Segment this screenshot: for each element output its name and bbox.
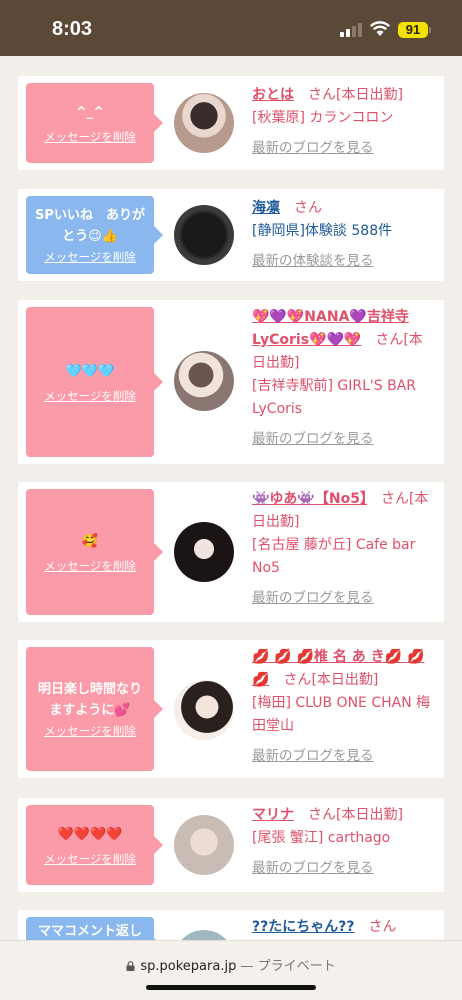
list-item: SPいいね ありがとう😉👍 メッセージを削除 海凛 さん [静岡県]体験談 58… — [18, 189, 444, 281]
message-bubble: ^_^ メッセージを削除 — [26, 83, 163, 163]
attendance-badge: [本日出勤] — [311, 672, 379, 688]
honorific: さん — [368, 919, 397, 935]
message-text: ママコメント返し — [37, 924, 142, 939]
message-text: 🩵🩵🩵 — [65, 363, 115, 379]
cast-name-link[interactable]: 海凛 — [252, 200, 280, 216]
list-item: ❤️❤️❤️❤️ メッセージを削除 マリナ さん[本日出勤] [尾張 蟹江] c… — [18, 798, 444, 892]
delete-message-link[interactable]: メッセージを削除 — [44, 723, 136, 739]
battery-level: 91 — [398, 22, 428, 38]
message-bubble: ママコメント返し — [26, 917, 163, 940]
latest-review-link[interactable]: 最新の体験談を見る — [252, 249, 374, 269]
list-item: ^_^ メッセージを削除 おとは さん[本日出勤] [秋葉原] カランコロン 最… — [18, 76, 444, 170]
list-item: ママコメント返し ??たにちゃん?? さん — [18, 910, 444, 940]
avatar[interactable] — [174, 815, 234, 875]
list-item: 🩵🩵🩵 メッセージを削除 💖💜💖NANA💜吉祥寺LyCoris💖💜💖 さん[本日… — [18, 300, 444, 464]
latest-blog-link[interactable]: 最新のブログを見る — [252, 744, 374, 764]
url-host: sp.pokepara.jp — [140, 959, 237, 974]
message-text: ^_^ — [75, 104, 105, 120]
message-bubble: ❤️❤️❤️❤️ メッセージを削除 — [26, 805, 163, 885]
lock-icon — [126, 961, 135, 971]
url-separator: — — [236, 959, 258, 974]
wifi-icon — [369, 21, 391, 36]
home-indicator[interactable] — [146, 985, 316, 990]
latest-blog-link[interactable]: 最新のブログを見る — [252, 586, 374, 606]
delete-message-link[interactable]: メッセージを削除 — [44, 129, 136, 145]
shop-area: [吉祥寺駅前] GIRL'S BAR LyCoris — [252, 378, 416, 417]
cast-name-link[interactable]: 👾ゆあ👾【No5】 — [252, 491, 367, 507]
browser-address-bar[interactable]: sp.pokepara.jp — プライベート — [0, 940, 462, 1000]
avatar[interactable] — [174, 93, 234, 153]
delete-message-link[interactable]: メッセージを削除 — [44, 388, 136, 404]
message-text: SPいいね ありがとう😉👍 — [35, 208, 145, 244]
honorific: さん — [308, 87, 336, 103]
list-item: 🥰 メッセージを削除 👾ゆあ👾【No5】 さん[本日出勤] [名古屋 藤が丘] … — [18, 482, 444, 622]
latest-blog-link[interactable]: 最新のブログを見る — [252, 856, 374, 876]
avatar[interactable] — [174, 351, 234, 411]
status-time: 8:03 — [52, 18, 93, 40]
message-bubble: 明日楽し時間なりますように💕 メッセージを削除 — [26, 647, 163, 771]
shop-area: [梅田] CLUB ONE CHAN 梅田堂山 — [252, 695, 431, 734]
status-bar: 8:03 91 — [0, 0, 462, 56]
shop-area: [名古屋 藤が丘] Cafe bar No5 — [252, 537, 416, 576]
honorific: さん — [283, 672, 312, 688]
avatar[interactable] — [174, 930, 234, 940]
shop-area: [静岡県]体験談 588件 — [252, 223, 393, 239]
message-bubble: 🥰 メッセージを削除 — [26, 489, 163, 615]
attendance-badge: [本日出勤] — [336, 87, 403, 103]
cast-name-link[interactable]: おとは — [252, 87, 294, 103]
delete-message-link[interactable]: メッセージを削除 — [44, 558, 136, 574]
message-text: 🥰 — [81, 533, 99, 549]
avatar[interactable] — [174, 522, 234, 582]
delete-message-link[interactable]: メッセージを削除 — [44, 851, 136, 867]
browsing-mode-label: プライベート — [257, 959, 336, 974]
cellular-signal-icon — [340, 22, 364, 37]
shop-area: [秋葉原] カランコロン — [252, 110, 394, 126]
honorific: さん — [380, 491, 409, 507]
attendance-badge: [本日出勤] — [336, 807, 403, 823]
list-item: 明日楽し時間なりますように💕 メッセージを削除 💋 💋 💋椎 名 あ き💋 💋 … — [18, 640, 444, 778]
message-text: 明日楽し時間なりますように💕 — [37, 682, 142, 718]
latest-blog-link[interactable]: 最新のブログを見る — [252, 427, 374, 447]
cast-name-link[interactable]: マリナ — [252, 807, 294, 823]
cast-name-link[interactable]: ??たにちゃん?? — [252, 919, 354, 935]
url-display[interactable]: sp.pokepara.jp — プライベート — [0, 955, 462, 974]
message-bubble: SPいいね ありがとう😉👍 メッセージを削除 — [26, 196, 163, 274]
battery-tip — [429, 27, 431, 33]
message-list[interactable]: ^_^ メッセージを削除 おとは さん[本日出勤] [秋葉原] カランコロン 最… — [0, 56, 462, 940]
avatar[interactable] — [174, 205, 234, 265]
message-bubble: 🩵🩵🩵 メッセージを削除 — [26, 307, 163, 457]
message-text: ❤️❤️❤️❤️ — [57, 826, 123, 842]
honorific: さん — [308, 807, 336, 823]
avatar[interactable] — [174, 680, 234, 740]
latest-blog-link[interactable]: 最新のブログを見る — [252, 136, 374, 156]
honorific: さん — [294, 200, 322, 216]
delete-message-link[interactable]: メッセージを削除 — [44, 249, 136, 265]
shop-area: [尾張 蟹江] carthago — [252, 830, 391, 846]
honorific: さん — [375, 332, 404, 348]
